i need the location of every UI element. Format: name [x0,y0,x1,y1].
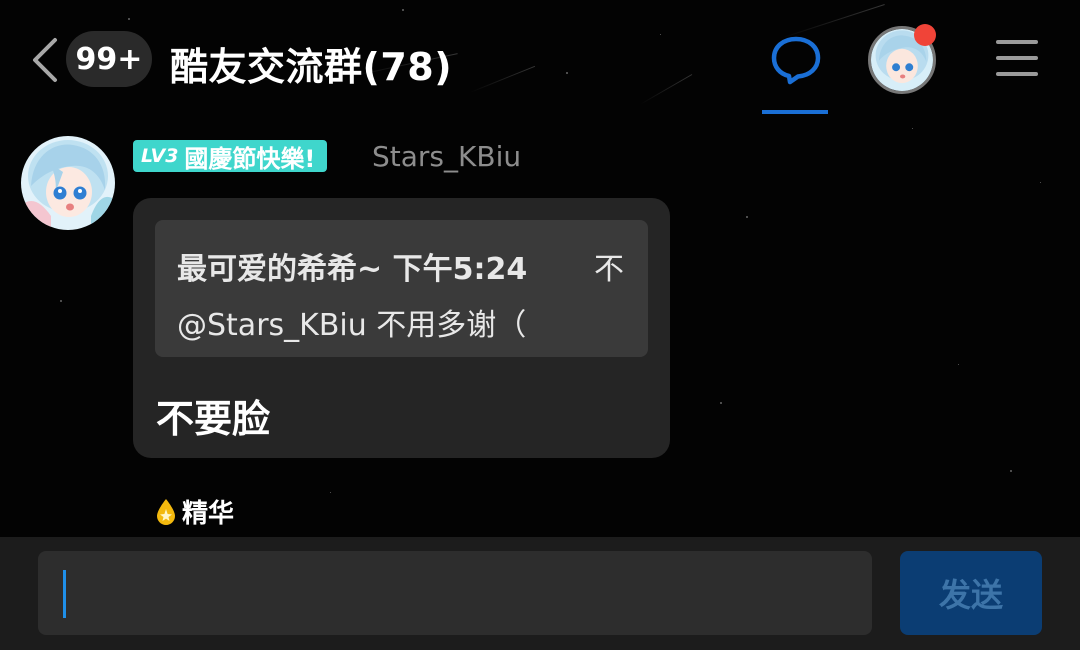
unread-count-badge[interactable]: 99+ [66,31,152,87]
level-title-badge: LV3 國慶節快樂! [133,140,328,173]
quote-text: @Stars_KBiu 不用多谢（ [177,308,527,343]
anime-avatar-icon [21,136,115,230]
message-input[interactable] [38,551,872,635]
quote-truncated-text: 不 [594,252,624,287]
active-tab-indicator [762,110,828,114]
text-cursor [63,570,66,618]
chat-header: 99+ 酷友交流群(78) [0,0,1080,120]
level-label: LV3 [141,145,179,167]
tab-chat[interactable] [762,20,828,114]
badge-title: 國慶節快樂! [184,144,316,173]
quoted-message[interactable]: 最可爱的希希~ 下午5:24 不 @Stars_KBiu 不用多谢（ [155,220,648,357]
message-bubble[interactable]: 最可爱的希希~ 下午5:24 不 @Stars_KBiu 不用多谢（ 不要脸 [133,198,670,458]
sender-username[interactable]: Stars_KBiu [372,140,521,173]
essence-tag[interactable]: 精华 [155,493,234,530]
group-title: 酷友交流群(78) [170,45,453,89]
chevron-left-icon [33,38,57,82]
chat-screen: 99+ 酷友交流群(78) LV3 國慶節快樂! Stars_KBiu 最可爱的… [0,0,1080,650]
drop-icon [157,498,175,525]
send-button[interactable]: 发送 [900,551,1042,635]
back-button[interactable] [26,34,62,86]
quote-author-time: 最可爱的希希~ 下午5:24 [177,252,528,287]
essence-label: 精华 [182,499,235,529]
chat-bubble-icon [771,36,821,85]
menu-button[interactable] [996,38,1040,78]
sender-avatar[interactable] [21,136,115,230]
notification-dot [914,24,936,46]
message-text: 不要脸 [156,397,271,441]
composer-bar: 发送 [0,537,1080,650]
